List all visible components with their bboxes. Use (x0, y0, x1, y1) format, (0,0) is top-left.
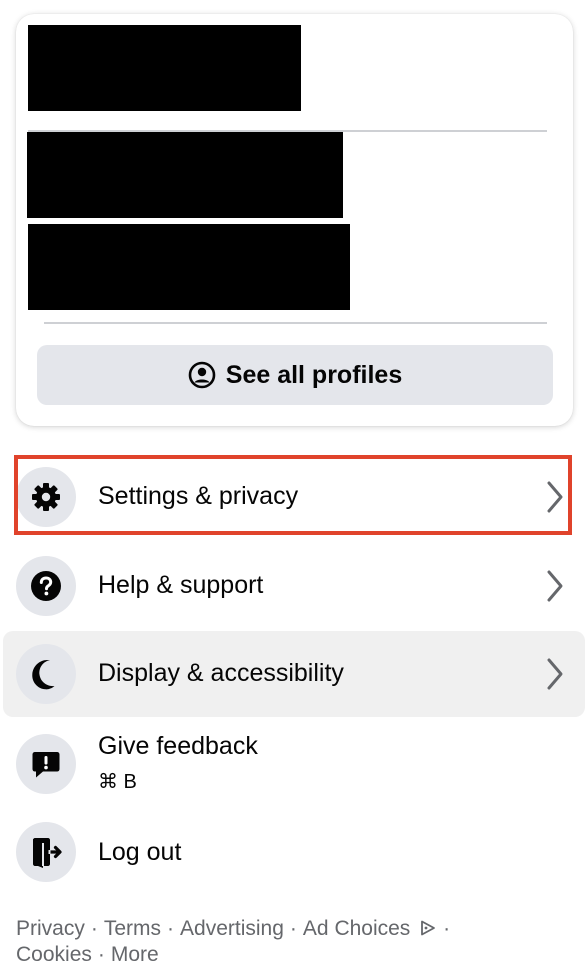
profiles-icon (188, 361, 216, 389)
menu-item-label: Display & accessibility (98, 659, 344, 687)
menu-item-log-out[interactable]: Log out (3, 816, 585, 888)
menu-item-label: Settings & privacy (98, 482, 299, 510)
see-all-profiles-label: See all profiles (225, 360, 403, 389)
footer-separator: · (167, 917, 175, 940)
menu-item-give-feedback[interactable]: Give feedback ⌘ B (3, 724, 585, 808)
redacted-profile-item[interactable] (27, 132, 343, 218)
gear-icon-container (16, 467, 76, 527)
chevron-right-icon (547, 570, 563, 602)
footer-link-terms[interactable]: Terms (104, 917, 161, 940)
footer-link-advertising[interactable]: Advertising (180, 917, 284, 940)
redacted-profile-item[interactable] (28, 224, 350, 310)
gear-icon (32, 483, 60, 511)
menu-item-label: Help & support (98, 571, 264, 599)
footer-separator: · (443, 917, 451, 940)
logout-icon (33, 838, 62, 868)
profiles-card: See all profiles (16, 14, 573, 426)
footer-link-cookies[interactable]: Cookies (16, 943, 92, 966)
chevron-right-icon (547, 658, 563, 690)
menu-item-settings-privacy[interactable]: Settings & privacy (3, 458, 585, 536)
footer-link-privacy[interactable]: Privacy (16, 917, 85, 940)
moon-icon (32, 659, 55, 690)
feedback-icon-container (16, 734, 76, 794)
footer-separator: · (97, 943, 105, 966)
see-all-profiles-button[interactable]: See all profiles (37, 345, 553, 405)
menu-item-label: Log out (98, 838, 182, 866)
ad-choices-icon (421, 920, 436, 936)
moon-icon-container (16, 644, 76, 704)
footer-separator: · (289, 917, 297, 940)
footer-link-more[interactable]: More (111, 943, 159, 966)
chevron-right-icon (547, 481, 563, 513)
logout-icon-container (16, 822, 76, 882)
footer-links: Privacy · Terms · Advertising · Ad Choices · C… (16, 916, 576, 968)
keyboard-shortcut: ⌘ B (98, 771, 137, 793)
redacted-profile-name (28, 25, 301, 111)
question-icon-container (16, 556, 76, 616)
footer-link-ad-choices[interactable]: Ad Choices (303, 917, 437, 940)
footer-separator: · (90, 917, 98, 940)
menu-item-help-support[interactable]: Help & support (3, 547, 585, 625)
footer-link-ad-choices-label: Ad Choices (302, 917, 411, 940)
card-divider (44, 322, 547, 324)
menu-item-label: Give feedback (98, 732, 258, 760)
feedback-icon (32, 752, 60, 778)
menu-item-display-accessibility[interactable]: Display & accessibility (3, 631, 585, 717)
question-icon (31, 571, 61, 601)
